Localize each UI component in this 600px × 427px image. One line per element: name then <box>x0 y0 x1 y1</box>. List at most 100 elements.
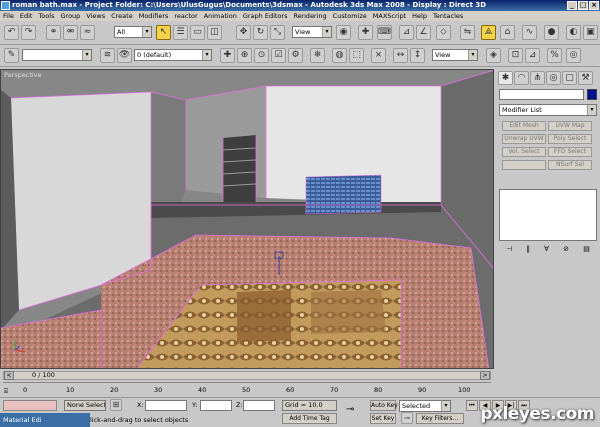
quick-render-icon[interactable]: ▣ <box>583 25 598 40</box>
key-filters-icon[interactable]: ⊸ <box>401 412 413 424</box>
named-selection-icon[interactable]: ✎ <box>4 48 19 63</box>
key-icon[interactable]: ⊸ <box>346 404 354 415</box>
pivot-center-icon[interactable]: ◉ <box>336 25 351 40</box>
reference-coordinate-dropdown[interactable]: View ▾ <box>292 26 332 38</box>
rectangle-selection-icon[interactable]: ▭ <box>190 25 205 40</box>
menu-maxscript[interactable]: MAXScript <box>373 11 406 21</box>
menu-reactor[interactable]: reactor <box>174 11 197 21</box>
utilities-tab-icon[interactable]: ⚒ <box>578 71 593 85</box>
align-icon[interactable]: ⟁ <box>481 25 496 40</box>
named-selection-set-dropdown[interactable]: ▾ <box>22 49 92 61</box>
unlink-icon[interactable]: ⚮ <box>63 25 78 40</box>
layer-manager-icon[interactable]: ⌂ <box>500 25 515 40</box>
hierarchy-tab-icon[interactable]: ⋔ <box>530 71 545 85</box>
reference-coordinate-dropdown-2[interactable]: View ▾ <box>432 49 478 61</box>
modifier-list-dropdown[interactable]: Modifier List ▾ <box>499 104 597 116</box>
axis-y-icon[interactable]: ↕ <box>410 48 425 63</box>
layer-properties-icon[interactable]: ⚙ <box>288 48 303 63</box>
lock-selection-icon[interactable]: ⊞ <box>110 399 122 411</box>
object-color-swatch[interactable] <box>587 89 597 100</box>
snaps-toggle-icon[interactable]: ⊿ <box>399 25 414 40</box>
keyboard-shortcut-icon[interactable]: ⌨ <box>377 25 392 40</box>
key-mode-dropdown[interactable]: Selected ▾ <box>399 400 451 412</box>
display-tab-icon[interactable]: ▢ <box>562 71 577 85</box>
material-editor-icon[interactable]: ● <box>544 25 559 40</box>
bind-space-warp-icon[interactable]: ≈ <box>80 25 95 40</box>
time-slider[interactable]: < 0 / 100 > <box>3 371 491 380</box>
menu-graph-editors[interactable]: Graph Editors <box>243 11 288 21</box>
snap-angle-icon[interactable]: ⊿ <box>525 48 540 63</box>
create-layer-icon[interactable]: ✚ <box>220 48 235 63</box>
selection-filter-dropdown[interactable]: All ▾ <box>114 26 152 38</box>
snap-2d-icon[interactable]: ⊡ <box>508 48 523 63</box>
maxscript-listener[interactable] <box>3 400 57 411</box>
menu-edit[interactable]: Edit <box>20 11 33 21</box>
configure-sets-icon[interactable]: ▤ <box>583 245 590 257</box>
y-coordinate-field[interactable] <box>200 400 232 411</box>
mirror-icon[interactable]: ⇋ <box>460 25 475 40</box>
menu-rendering[interactable]: Rendering <box>293 11 326 21</box>
viewport-label[interactable]: Perspective <box>4 71 42 79</box>
angle-snap-icon[interactable]: ∠ <box>416 25 431 40</box>
menu-help[interactable]: Help <box>412 11 427 21</box>
poly-select-button[interactable]: Poly Select <box>548 134 592 144</box>
menu-file[interactable]: File <box>3 11 14 21</box>
motion-tab-icon[interactable]: ◎ <box>546 71 561 85</box>
select-object-icon[interactable]: ↖ <box>156 25 171 40</box>
select-manipulate-icon[interactable]: ✚ <box>358 25 373 40</box>
menu-tentacles[interactable]: Tentacles <box>433 11 463 21</box>
empty-modifier-button[interactable] <box>502 160 546 170</box>
add-to-layer-icon[interactable]: ⊕ <box>237 48 252 63</box>
camera-icon[interactable]: ◈ <box>486 48 501 63</box>
auto-key-button[interactable]: Auto Key <box>370 400 398 411</box>
modifier-stack[interactable] <box>499 189 597 241</box>
render-setup-icon[interactable]: ◐ <box>566 25 581 40</box>
menu-create[interactable]: Create <box>111 11 133 21</box>
slider-prev-icon[interactable]: < <box>4 371 14 380</box>
close-button[interactable]: × <box>589 1 599 10</box>
edit-named-selection-icon[interactable]: ◎ <box>566 48 581 63</box>
track-bar-icon[interactable]: ⌸ <box>4 387 8 396</box>
x-coordinate-field[interactable] <box>145 400 187 411</box>
set-current-layer-icon[interactable]: ☑ <box>271 48 286 63</box>
taskbar-material-editor[interactable]: Material Edi <box>0 413 90 427</box>
redo-icon[interactable]: ↷ <box>21 25 36 40</box>
select-by-name-icon[interactable]: ☰ <box>173 25 188 40</box>
isolate-icon[interactable]: ⬚ <box>349 48 364 63</box>
freeze-icon[interactable]: ❄ <box>310 48 325 63</box>
perspective-viewport[interactable]: Perspective <box>0 69 494 369</box>
create-tab-icon[interactable]: ✱ <box>498 71 513 85</box>
menu-tools[interactable]: Tools <box>38 11 54 21</box>
key-filters-button[interactable]: Key Filters... <box>416 413 464 424</box>
hide-icon[interactable]: ◍ <box>332 48 347 63</box>
move-icon[interactable]: ✥ <box>236 25 251 40</box>
xyz-constraint-icon[interactable]: ⨯ <box>371 48 386 63</box>
curve-editor-icon[interactable]: ∿ <box>522 25 537 40</box>
maximize-button[interactable]: □ <box>578 1 588 10</box>
axis-x-icon[interactable]: ↔ <box>393 48 408 63</box>
make-unique-icon[interactable]: ∀ <box>544 245 549 257</box>
add-time-tag-button[interactable]: Add Time Tag <box>282 413 337 424</box>
remove-modifier-icon[interactable]: ⊘ <box>563 245 569 257</box>
layers-icon[interactable]: ≋ <box>100 48 115 63</box>
minimize-button[interactable]: _ <box>567 1 577 10</box>
unwrap-uvw-button[interactable]: Unwrap UVW <box>502 134 546 144</box>
object-name-field[interactable] <box>499 89 584 100</box>
menu-modifiers[interactable]: Modifiers <box>139 11 169 21</box>
select-layer-icon[interactable]: ⊙ <box>254 48 269 63</box>
slider-next-icon[interactable]: > <box>480 371 490 380</box>
edit-mesh-button[interactable]: Edit Mesh <box>502 121 546 131</box>
select-link-icon[interactable]: ⚭ <box>46 25 61 40</box>
pin-stack-icon[interactable]: ⊣ <box>506 245 512 257</box>
ffd-select-button[interactable]: FFD Select <box>548 147 592 157</box>
rotate-icon[interactable]: ↻ <box>253 25 268 40</box>
go-to-start-icon[interactable]: ⏮ <box>466 400 478 411</box>
menu-group[interactable]: Group <box>61 11 81 21</box>
visibility-icon[interactable]: 👁 <box>117 48 132 63</box>
snap-percent-icon[interactable]: % <box>547 48 562 63</box>
spinner-snap-icon[interactable]: ⬦ <box>436 25 451 40</box>
menu-views[interactable]: Views <box>86 11 105 21</box>
nsurf-sel-button[interactable]: NSurf Sel <box>548 160 592 170</box>
uvw-map-button[interactable]: UVW Map <box>548 121 592 131</box>
menu-customize[interactable]: Customize <box>333 11 367 21</box>
